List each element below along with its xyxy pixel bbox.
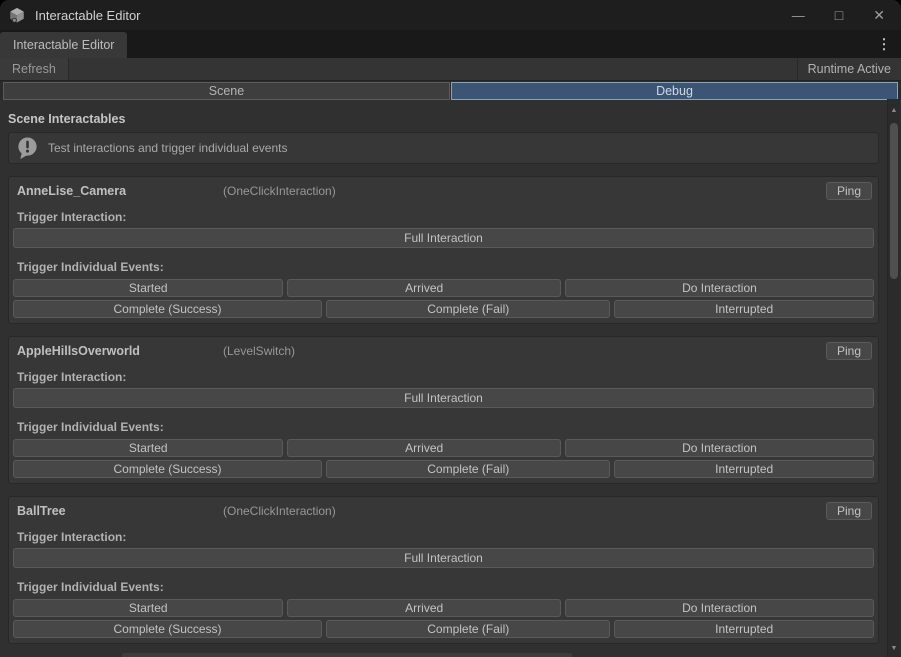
info-text: Test interactions and trigger individual… <box>48 141 287 155</box>
interactable-name: AppleHillsOverworld <box>17 344 223 358</box>
section-header: Scene Interactables <box>8 112 879 126</box>
event-buttons-row-1: Started Arrived Do Interaction <box>13 599 874 617</box>
minimize-icon[interactable]: — <box>792 9 805 22</box>
trigger-events-label: Trigger Individual Events: <box>17 420 870 434</box>
maximize-icon[interactable]: □ <box>835 8 843 22</box>
toolbar: Refresh Runtime Active <box>0 58 901 81</box>
full-interaction-button[interactable]: Full Interaction <box>13 228 874 248</box>
close-icon[interactable]: ✕ <box>873 8 885 22</box>
partially-visible-next-row <box>122 653 572 657</box>
window-title: Interactable Editor <box>35 8 141 23</box>
do-interaction-button[interactable]: Do Interaction <box>565 279 874 297</box>
debug-tab-button[interactable]: Debug <box>451 82 898 100</box>
trigger-events-label: Trigger Individual Events: <box>17 580 870 594</box>
complete-success-button[interactable]: Complete (Success) <box>13 460 322 478</box>
interrupted-button[interactable]: Interrupted <box>614 300 874 318</box>
entry-header: AnneLise_Camera (OneClickInteraction) Pi… <box>13 182 874 200</box>
complete-fail-button[interactable]: Complete (Fail) <box>326 460 610 478</box>
event-buttons-row-1: Started Arrived Do Interaction <box>13 279 874 297</box>
scroll-down-icon[interactable]: ▼ <box>888 643 900 655</box>
full-interaction-button[interactable]: Full Interaction <box>13 548 874 568</box>
ping-button[interactable]: Ping <box>826 342 872 360</box>
window-controls: — □ ✕ <box>792 8 885 22</box>
tab-strip: Interactable Editor ⋮ <box>0 30 901 58</box>
entry-header: AppleHillsOverworld (LevelSwitch) Ping <box>13 342 874 360</box>
info-bubble-icon <box>16 136 39 160</box>
started-button[interactable]: Started <box>13 439 283 457</box>
scrollbar-thumb[interactable] <box>890 123 898 279</box>
titlebar: Interactable Editor — □ ✕ <box>0 0 901 30</box>
interrupted-button[interactable]: Interrupted <box>614 620 874 638</box>
tab-interactable-editor[interactable]: Interactable Editor <box>0 32 127 58</box>
do-interaction-button[interactable]: Do Interaction <box>565 599 874 617</box>
trigger-interaction-label: Trigger Interaction: <box>17 210 870 224</box>
event-buttons-row-1: Started Arrived Do Interaction <box>13 439 874 457</box>
kebab-menu-icon[interactable]: ⋮ <box>877 36 891 53</box>
entries-list: AnneLise_Camera (OneClickInteraction) Pi… <box>8 176 879 644</box>
scene-tab-button[interactable]: Scene <box>3 82 450 100</box>
event-buttons-row-2: Complete (Success) Complete (Fail) Inter… <box>13 300 874 318</box>
started-button[interactable]: Started <box>13 279 283 297</box>
ping-button[interactable]: Ping <box>826 182 872 200</box>
arrived-button[interactable]: Arrived <box>287 439 560 457</box>
full-interaction-button[interactable]: Full Interaction <box>13 388 874 408</box>
scene-interactables-panel: Scene Interactables Test interactions an… <box>0 100 901 657</box>
ping-button[interactable]: Ping <box>826 502 872 520</box>
arrived-button[interactable]: Arrived <box>287 599 560 617</box>
interrupted-button[interactable]: Interrupted <box>614 460 874 478</box>
complete-success-button[interactable]: Complete (Success) <box>13 300 322 318</box>
complete-success-button[interactable]: Complete (Success) <box>13 620 322 638</box>
vertical-scrollbar[interactable]: ▲ ▼ <box>887 99 900 657</box>
entry-header: BallTree (OneClickInteraction) Ping <box>13 502 874 520</box>
info-helpbox: Test interactions and trigger individual… <box>8 132 879 164</box>
do-interaction-button[interactable]: Do Interaction <box>565 439 874 457</box>
complete-fail-button[interactable]: Complete (Fail) <box>326 620 610 638</box>
interactable-entry: AnneLise_Camera (OneClickInteraction) Pi… <box>8 176 879 324</box>
event-buttons-row-2: Complete (Success) Complete (Fail) Inter… <box>13 460 874 478</box>
scroll-up-icon[interactable]: ▲ <box>888 105 900 117</box>
interactable-name: AnneLise_Camera <box>17 184 223 198</box>
interactable-name: BallTree <box>17 504 223 518</box>
trigger-interaction-label: Trigger Interaction: <box>17 370 870 384</box>
trigger-events-label: Trigger Individual Events: <box>17 260 870 274</box>
interactable-type: (LevelSwitch) <box>223 344 295 358</box>
started-button[interactable]: Started <box>13 599 283 617</box>
interactable-entry: AppleHillsOverworld (LevelSwitch) Ping T… <box>8 336 879 484</box>
app-cube-icon <box>8 6 26 24</box>
interactable-type: (OneClickInteraction) <box>223 184 336 198</box>
interactable-type: (OneClickInteraction) <box>223 504 336 518</box>
event-buttons-row-2: Complete (Success) Complete (Fail) Inter… <box>13 620 874 638</box>
trigger-interaction-label: Trigger Interaction: <box>17 530 870 544</box>
interactable-editor-window: Interactable Editor — □ ✕ Interactable E… <box>0 0 901 657</box>
interactable-entry: BallTree (OneClickInteraction) Ping Trig… <box>8 496 879 644</box>
runtime-active-label: Runtime Active <box>797 58 901 80</box>
refresh-button[interactable]: Refresh <box>0 58 69 80</box>
complete-fail-button[interactable]: Complete (Fail) <box>326 300 610 318</box>
view-toggle: Scene Debug <box>0 81 901 100</box>
arrived-button[interactable]: Arrived <box>287 279 560 297</box>
